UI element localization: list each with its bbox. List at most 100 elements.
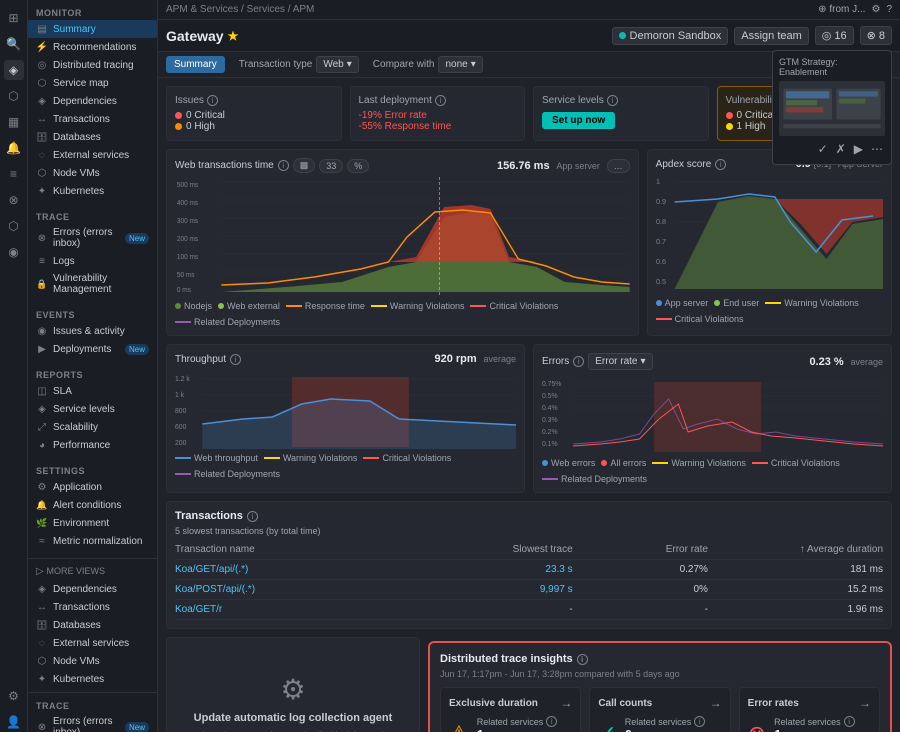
sidebar-item-kubernetes[interactable]: Kubernetes	[28, 182, 157, 200]
nav-icon-logs[interactable]: ≡	[4, 164, 24, 184]
sidebar-item-service-levels[interactable]: Service levels	[28, 400, 157, 418]
more-views-toggle[interactable]: ▷ MORE VIEWS	[28, 563, 157, 580]
count1-badge[interactable]: ◎16	[815, 26, 854, 45]
sidebar-item-sla[interactable]: SLA	[28, 382, 157, 400]
count2-badge[interactable]: ⊗8	[860, 26, 892, 45]
issues-critical: 0 Critical	[175, 110, 333, 121]
issues-info-icon[interactable]: i	[207, 95, 218, 106]
nav-icon-mlops[interactable]: ◉	[4, 242, 24, 262]
sidebar-item-issues[interactable]: Issues & activity	[28, 322, 157, 340]
svg-text:500 ms: 500 ms	[177, 182, 199, 189]
sidebar-item-application[interactable]: Application	[28, 478, 157, 496]
sidebar-item-performance[interactable]: Performance	[28, 436, 157, 454]
err-icon	[36, 232, 48, 244]
sidebar-item-logs[interactable]: Logs	[28, 252, 157, 270]
web-trans-filter2[interactable]: 33	[319, 159, 343, 173]
sidebar-item-vulnerability[interactable]: Vulnerability Management	[28, 270, 157, 298]
sidebar-item-mv-ext[interactable]: External services	[28, 634, 157, 652]
sidebar-item-alert-conditions[interactable]: Alert conditions	[28, 496, 157, 514]
sidebar-item-deployments[interactable]: Deployments New	[28, 340, 157, 358]
error-rates-related-info[interactable]: i	[844, 716, 855, 727]
tx-row1-slowest[interactable]: 23.3 s	[414, 564, 589, 575]
setup-now-button[interactable]: Set up now	[542, 112, 615, 129]
error-rates-arrow[interactable]: →	[859, 696, 871, 710]
service-levels-info-icon[interactable]: i	[607, 95, 618, 106]
trace-section-title: TRACE	[28, 208, 157, 224]
nav-icon-maps[interactable]: ⬡	[4, 216, 24, 236]
deployment-info-icon[interactable]: i	[435, 95, 446, 106]
sidebar-item-mv-deps[interactable]: Dependencies	[28, 580, 157, 598]
compare-with-dropdown[interactable]: none ▾	[438, 56, 482, 73]
gtm-play-button[interactable]: ▶	[852, 140, 865, 158]
svg-text:600: 600	[175, 424, 187, 431]
top-bar-settings[interactable]: ⚙	[871, 4, 880, 15]
web-trans-filter3[interactable]: %	[347, 159, 369, 173]
sidebar-item-service-map[interactable]: Service map	[28, 74, 157, 92]
errors-info-icon[interactable]: i	[573, 356, 584, 367]
web-trans-more[interactable]: …	[607, 159, 630, 173]
nav-icon-infra[interactable]: ⬡	[4, 86, 24, 106]
gtm-close-button[interactable]: ✗	[834, 140, 848, 158]
web-trans-filter1[interactable]: ▩	[293, 158, 316, 173]
exclusive-related-info[interactable]: i	[546, 716, 557, 727]
sidebar-item-scalability[interactable]: Scalability	[28, 418, 157, 436]
assign-team-button[interactable]: Assign team	[734, 27, 809, 45]
sidebar-item-node-vms[interactable]: Node VMs	[28, 164, 157, 182]
sidebar-item-databases[interactable]: Databases	[28, 128, 157, 146]
sidebar-item-errors-inbox[interactable]: Errors (errors inbox) New	[28, 224, 157, 252]
sidebar-item-b-errors[interactable]: Errors (errors inbox) New	[28, 713, 157, 732]
sidebar-item-external-services[interactable]: External services	[28, 146, 157, 164]
tx-row2-name[interactable]: Koa/POST/api/(.*)	[175, 584, 414, 595]
transaction-type-dropdown[interactable]: Web ▾	[316, 56, 358, 73]
nav-icon-user[interactable]: 👤	[4, 712, 24, 732]
deployment-error-rate: -19% Error rate	[359, 110, 517, 121]
legend-web-throughput: Web throughput	[194, 453, 258, 463]
tx-row1-duration: 181 ms	[724, 564, 883, 575]
summary-tab[interactable]: Summary	[166, 56, 225, 73]
nav-icon-search[interactable]: 🔍	[4, 34, 24, 54]
nav-icon-home[interactable]: ⊞	[4, 8, 24, 28]
tx-row3-name[interactable]: Koa/GET/r	[175, 604, 414, 615]
events-section-title: EVENTS	[28, 306, 157, 322]
top-bar-help[interactable]: ?	[886, 4, 892, 15]
tx-row1-name[interactable]: Koa/GET/api/(.*)	[175, 564, 414, 575]
bottom-row: ⚙ Update automatic log collection agent …	[166, 637, 892, 732]
web-trans-label: App server	[556, 161, 600, 171]
gtm-check-button[interactable]: ✓	[816, 140, 830, 158]
nav-icon-errors[interactable]: ⊗	[4, 190, 24, 210]
nav-icon-settings[interactable]: ⚙	[4, 686, 24, 706]
insights-info-icon[interactable]: i	[577, 654, 588, 665]
call-counts-arrow[interactable]: →	[710, 696, 722, 710]
sidebar-item-mv-trans[interactable]: Transactions	[28, 598, 157, 616]
tx-row2-slowest[interactable]: 9,997 s	[414, 584, 589, 595]
gtm-more-button[interactable]: ⋯	[869, 140, 885, 158]
more-views-divider	[28, 558, 157, 559]
issues-card: Issues i 0 Critical 0 High	[166, 86, 342, 141]
apdex-info-icon[interactable]: i	[715, 159, 726, 170]
nav-icon-alerts[interactable]: 🔔	[4, 138, 24, 158]
exclusive-duration-arrow[interactable]: →	[560, 696, 572, 710]
favorite-star[interactable]: ★	[228, 29, 239, 43]
sidebar-item-dependencies[interactable]: Dependencies	[28, 92, 157, 110]
error-rate-dropdown[interactable]: Error rate ▾	[588, 353, 652, 370]
col-header-duration[interactable]: ↑ Average duration	[724, 544, 883, 555]
sidebar-item-environment[interactable]: Environment	[28, 514, 157, 532]
nav-icon-apm[interactable]: ◈	[4, 60, 24, 80]
throughput-info-icon[interactable]: i	[230, 354, 241, 365]
sidebar-item-mv-k8s[interactable]: Kubernetes	[28, 670, 157, 688]
sidebar-item-mv-db[interactable]: Databases	[28, 616, 157, 634]
gtm-popup-actions: ✓ ✗ ▶ ⋯	[779, 140, 885, 158]
sidebar-item-recommendations[interactable]: Recommendations	[28, 38, 157, 56]
sidebar-item-transactions[interactable]: Transactions	[28, 110, 157, 128]
sidebar-item-summary[interactable]: Summary	[28, 20, 157, 38]
sidebar-item-metric-norm[interactable]: Metric normalization	[28, 532, 157, 550]
last-deployment-card: Last deployment i -19% Error rate -55% R…	[350, 86, 526, 141]
transactions-info-icon[interactable]: i	[247, 511, 258, 522]
nav-icon-dashboards[interactable]: ▦	[4, 112, 24, 132]
call-counts-related-info[interactable]: i	[694, 716, 705, 727]
sidebar-item-distributed-tracing[interactable]: Distributed tracing	[28, 56, 157, 74]
environment-badge[interactable]: Demoron Sandbox	[612, 27, 729, 45]
legend-critical-violations: Critical Violations	[470, 301, 558, 311]
web-trans-info-icon[interactable]: i	[278, 160, 289, 171]
sidebar-item-mv-nodevms[interactable]: Node VMs	[28, 652, 157, 670]
